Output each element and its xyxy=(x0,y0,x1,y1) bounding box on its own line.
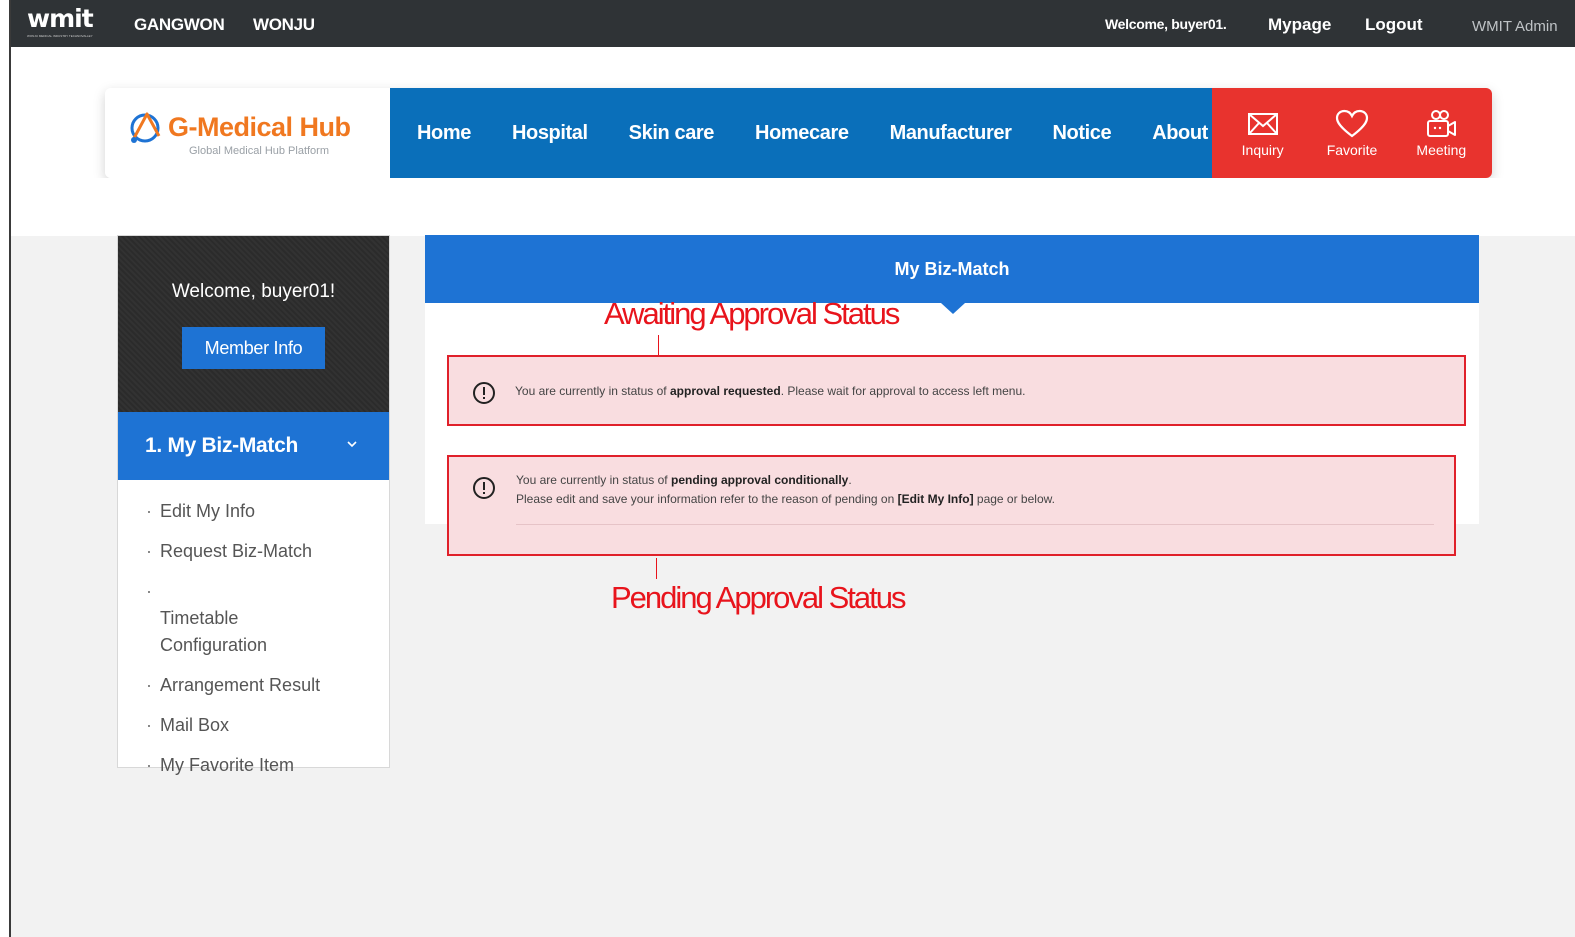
inquiry-label: Inquiry xyxy=(1241,141,1284,158)
brand-name: G-Medical Hub xyxy=(168,112,351,142)
nav-skin-care[interactable]: Skin care xyxy=(629,122,715,145)
favorite-button[interactable]: Favorite xyxy=(1312,109,1392,158)
chevron-down-icon xyxy=(347,441,357,448)
awaiting-annotation-leader xyxy=(658,335,659,355)
pending-reason-divider xyxy=(516,524,1434,525)
sidebar-item-timetable-configuration[interactable]: · Timetable Configuration xyxy=(118,578,389,659)
pending-approval-annotation: Pending Approval Status xyxy=(611,580,907,615)
sidebar-item-mail-box[interactable]: · Mail Box xyxy=(118,712,389,739)
meeting-camera-icon xyxy=(1427,109,1457,137)
nav-manufacturer[interactable]: Manufacturer xyxy=(890,122,1012,145)
pending-annotation-leader xyxy=(656,558,657,579)
mypage-link[interactable]: Mypage xyxy=(1268,15,1331,35)
mail-icon xyxy=(1247,112,1278,135)
panel-title: My Biz-Match xyxy=(425,235,1479,314)
awaiting-approval-annotation: Awaiting Approval Status xyxy=(604,296,900,331)
brand-subtitle: Global Medical Hub Platform xyxy=(189,145,330,157)
nav-about[interactable]: About xyxy=(1152,122,1208,145)
sidebar-item-my-favorite-item[interactable]: · My Favorite Item xyxy=(118,752,389,779)
inquiry-button[interactable]: Inquiry xyxy=(1223,109,1303,158)
nav-home[interactable]: Home xyxy=(417,122,471,145)
favorite-label: Favorite xyxy=(1326,141,1378,158)
wmit-admin-link[interactable]: WMIT Admin xyxy=(1472,18,1558,35)
quick-links: Inquiry Favorite Meeting xyxy=(1212,88,1492,178)
page-canvas: wmit WONJU MEDICAL INDUSTRY TECHNOVALLEY… xyxy=(11,0,1575,937)
approval-requested-alert: You are currently in status of approval … xyxy=(447,355,1466,426)
wmit-logo-text: wmit xyxy=(27,4,94,33)
wmit-logo-tagline: WONJU MEDICAL INDUSTRY TECHNOVALLEY xyxy=(27,34,93,38)
nav-homecare[interactable]: Homecare xyxy=(755,122,849,145)
meeting-label: Meeting xyxy=(1416,141,1467,158)
sidebar-section-my-biz-match[interactable]: 1. My Biz-Match xyxy=(118,412,389,480)
brand-logo[interactable]: G-Medical Hub Global Medical Hub Platfor… xyxy=(105,88,390,178)
region-wonju-link[interactable]: WONJU xyxy=(253,15,315,35)
g-medical-hub-logo-icon xyxy=(130,112,161,143)
sidebar-section-title: 1. My Biz-Match xyxy=(145,434,299,457)
sidebar-item-request-biz-match[interactable]: · Request Biz-Match xyxy=(118,538,389,565)
site-header: G-Medical Hub Global Medical Hub Platfor… xyxy=(105,88,1492,178)
wmit-logo[interactable]: wmit WONJU MEDICAL INDUSTRY TECHNOVALLEY xyxy=(27,4,115,40)
pending-approval-message: You are currently in status of pending a… xyxy=(516,473,1055,506)
sidebar-welcome-panel: Welcome, buyer01! Member Info xyxy=(118,236,389,412)
logout-link[interactable]: Logout xyxy=(1365,15,1423,35)
sidebar-item-edit-my-info[interactable]: · Edit My Info xyxy=(118,498,389,525)
exclamation-circle-icon xyxy=(473,477,495,499)
edit-my-info-reference: [Edit My Info] xyxy=(897,492,974,506)
sidebar-item-arrangement-result[interactable]: · Arrangement Result xyxy=(118,672,389,699)
sidebar-welcome-text: Welcome, buyer01! xyxy=(171,281,336,302)
approval-requested-message: You are currently in status of approval … xyxy=(515,384,1026,398)
meeting-button[interactable]: Meeting xyxy=(1401,109,1481,158)
region-gangwon-link[interactable]: GANGWON xyxy=(134,15,225,35)
member-info-button[interactable]: Member Info xyxy=(182,327,325,369)
top-welcome-text: Welcome, buyer01. xyxy=(1105,16,1227,32)
exclamation-circle-icon xyxy=(473,382,495,404)
pending-approval-alert: You are currently in status of pending a… xyxy=(447,455,1456,556)
heart-icon xyxy=(1335,109,1369,137)
top-admin-bar: wmit WONJU MEDICAL INDUSTRY TECHNOVALLEY… xyxy=(11,0,1575,47)
nav-hospital[interactable]: Hospital xyxy=(512,122,588,145)
nav-notice[interactable]: Notice xyxy=(1052,122,1111,145)
main-navigation: Home Hospital Skin care Homecare Manufac… xyxy=(390,88,1212,178)
mypage-sidebar: Welcome, buyer01! Member Info 1. My Biz-… xyxy=(117,235,390,775)
panel-title-pointer xyxy=(941,303,965,314)
sidebar-menu-list: · Edit My Info · Request Biz-Match · Timeta… xyxy=(118,480,389,779)
